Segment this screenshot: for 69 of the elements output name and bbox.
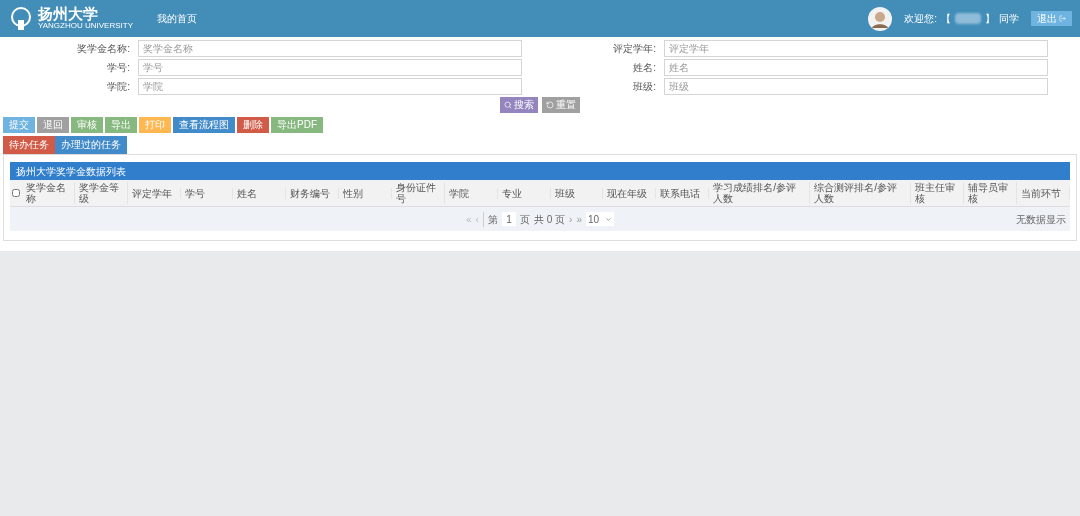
column-header: 学习成绩排名/参评人数 bbox=[709, 182, 811, 204]
field-label: 评定学年: bbox=[612, 42, 657, 56]
first-page-button[interactable]: « bbox=[466, 211, 472, 227]
column-header: 辅导员审核 bbox=[964, 182, 1018, 204]
table-title: 扬州大学奖学金数据列表 bbox=[10, 162, 1070, 180]
toolbar-button[interactable]: 删除 bbox=[237, 117, 269, 133]
field-label: 班级: bbox=[632, 80, 657, 94]
logo-subtext: YANGZHOU UNIVERSITY bbox=[38, 22, 133, 30]
column-header: 身份证件号 bbox=[392, 182, 445, 204]
bracket-text: 】 bbox=[985, 12, 995, 26]
page-label: 第 bbox=[482, 211, 498, 227]
column-header: 性别 bbox=[339, 187, 392, 199]
next-page-button[interactable]: › bbox=[569, 211, 573, 227]
tab[interactable]: 待办任务 bbox=[3, 136, 55, 154]
column-header: 联系电话 bbox=[656, 187, 710, 199]
column-header: 奖学金名称 bbox=[22, 182, 75, 204]
field-label: 学院: bbox=[106, 80, 131, 94]
column-header: 当前环节 bbox=[1017, 187, 1070, 199]
toolbar-button[interactable]: 退回 bbox=[37, 117, 69, 133]
welcome-text: 欢迎您: bbox=[904, 12, 937, 26]
logo-icon bbox=[8, 5, 34, 32]
input-field[interactable]: 班级 bbox=[664, 78, 1048, 95]
last-page-button[interactable]: » bbox=[576, 211, 582, 227]
toolbar-button[interactable]: 导出PDF bbox=[271, 117, 323, 133]
page-total: 共 0 页 bbox=[533, 212, 566, 227]
input-field[interactable]: 学院 bbox=[138, 78, 522, 95]
page-size-select[interactable]: 10 bbox=[585, 212, 614, 226]
user-suffix: 同学 bbox=[999, 12, 1019, 26]
column-header: 专业 bbox=[497, 187, 551, 199]
search-icon bbox=[504, 101, 512, 109]
reset-icon bbox=[546, 101, 554, 109]
column-header: 姓名 bbox=[233, 187, 287, 199]
logout-button[interactable]: 退出 bbox=[1031, 11, 1072, 26]
column-header: 学院 bbox=[444, 187, 498, 199]
page-unit: 页 bbox=[519, 212, 530, 227]
input-field[interactable]: 评定学年 bbox=[664, 40, 1048, 57]
avatar-icon bbox=[868, 6, 893, 31]
field-label: 姓名: bbox=[632, 61, 657, 75]
select-all-checkbox[interactable] bbox=[12, 189, 20, 197]
input-field[interactable]: 姓名 bbox=[664, 59, 1048, 76]
toolbar-button[interactable]: 打印 bbox=[139, 117, 171, 133]
caret-icon bbox=[604, 215, 612, 223]
prev-page-button[interactable]: ‹ bbox=[475, 211, 479, 227]
bracket-text: 【 bbox=[941, 12, 951, 26]
logo-text: 扬州大学 bbox=[38, 7, 98, 22]
column-header: 奖学金等级 bbox=[74, 182, 128, 204]
column-header: 学号 bbox=[180, 187, 234, 199]
column-header: 班主任审核 bbox=[911, 182, 965, 204]
toolbar-button[interactable]: 审核 bbox=[71, 117, 103, 133]
page-input[interactable]: 1 bbox=[501, 212, 516, 226]
column-header: 财务编号 bbox=[286, 187, 340, 199]
search-button[interactable]: 搜索 bbox=[500, 97, 538, 113]
tab[interactable]: 办理过的任务 bbox=[55, 136, 127, 154]
logout-icon bbox=[1059, 15, 1066, 22]
field-label: 奖学金名称: bbox=[76, 42, 131, 56]
input-field[interactable]: 学号 bbox=[138, 59, 522, 76]
column-header: 现在年级 bbox=[603, 187, 657, 199]
toolbar-button[interactable]: 导出 bbox=[105, 117, 137, 133]
input-field[interactable]: 奖学金名称 bbox=[138, 40, 522, 57]
home-link[interactable]: 我的首页 bbox=[157, 11, 197, 26]
column-header: 班级 bbox=[550, 187, 604, 199]
toolbar-button[interactable]: 查看流程图 bbox=[173, 117, 235, 133]
column-header: 综合测评排名/参评人数 bbox=[810, 182, 912, 204]
column-header: 评定学年 bbox=[127, 187, 181, 199]
reset-button[interactable]: 重置 bbox=[542, 97, 580, 113]
empty-message: 无数据显示 bbox=[1016, 212, 1066, 227]
blurred-name bbox=[955, 13, 981, 24]
toolbar-button[interactable]: 提交 bbox=[3, 117, 35, 133]
field-label: 学号: bbox=[106, 61, 131, 75]
